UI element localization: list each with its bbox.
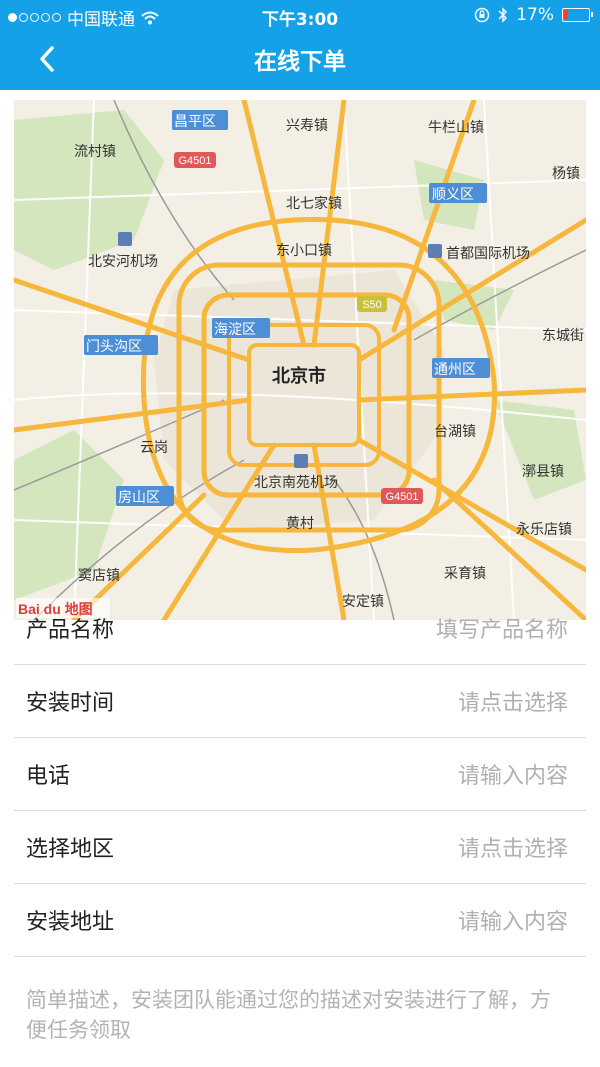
- orientation-lock-icon: [474, 7, 490, 23]
- battery-icon: [562, 8, 593, 22]
- battery-percent: 17%: [516, 5, 554, 25]
- form-label: 选择地区: [26, 837, 115, 862]
- bluetooth-icon: [498, 7, 508, 23]
- map-shield-label: G4501: [385, 491, 418, 503]
- map-label: 顺义区: [432, 187, 474, 203]
- map-label: 北安河机场: [88, 254, 158, 270]
- form-label: 电话: [26, 764, 71, 789]
- map-label: 黄村: [286, 515, 314, 532]
- form-row-address[interactable]: 安装地址 请输入内容: [14, 884, 586, 957]
- form-row-install-time[interactable]: 安装时间 请点击选择: [14, 665, 586, 738]
- form-label: 安装地址: [26, 910, 115, 935]
- page-title: 在线下单: [254, 49, 346, 75]
- map-label: 云岗: [140, 440, 168, 456]
- map-label: 首都国际机场: [446, 246, 530, 262]
- install-time-picker[interactable]: 请点击选择: [458, 685, 568, 717]
- navigation-bar: 在线下单: [0, 30, 600, 90]
- map-label: 北京市: [272, 365, 326, 387]
- map-label: 窦店镇: [78, 568, 120, 584]
- map-shield-label: G4501: [178, 155, 211, 167]
- region-picker[interactable]: 请点击选择: [458, 831, 568, 863]
- map-label: 东城街: [542, 328, 584, 344]
- map-label: 台湖镇: [434, 424, 476, 440]
- map-label: 海淀区: [214, 322, 256, 338]
- map-label: 兴寿镇: [286, 117, 328, 134]
- map-label: 永乐店镇: [516, 522, 572, 538]
- form-label: 安装时间: [26, 691, 115, 716]
- phone-input[interactable]: 请输入内容: [458, 758, 568, 790]
- status-bar: 中国联通 下午3:00 17%: [0, 0, 600, 30]
- top-bar: 中国联通 下午3:00 17% 在线下单: [0, 0, 600, 90]
- form-row-phone[interactable]: 电话 请输入内容: [14, 738, 586, 811]
- map-label: 昌平区: [174, 114, 216, 130]
- map-label: 东小口镇: [276, 243, 332, 259]
- description-textarea[interactable]: 简单描述，安装团队能通过您的描述对安装进行了解，方便任务领取: [26, 985, 566, 1045]
- map-label: 牛栏山镇: [428, 120, 484, 136]
- map-label: 北七家镇: [286, 195, 342, 212]
- map-label: 门头沟区: [86, 339, 142, 355]
- form-row-region[interactable]: 选择地区 请点击选择: [14, 811, 586, 884]
- map-label: 北京南苑机场: [254, 475, 338, 491]
- map-label: 房山区: [118, 490, 160, 506]
- map-label: 流村镇: [74, 144, 116, 160]
- map-label: 通州区: [434, 362, 476, 378]
- map-label: 杨镇: [552, 166, 580, 182]
- address-input[interactable]: 请输入内容: [458, 904, 568, 936]
- map-canvas[interactable]: G4501 S50 G4501 昌平区 兴寿镇 牛栏山镇 流村镇 杨镇 北七家镇…: [14, 100, 586, 620]
- map-label: 漷县镇: [522, 464, 564, 480]
- map-view[interactable]: G4501 S50 G4501 昌平区 兴寿镇 牛栏山镇 流村镇 杨镇 北七家镇…: [14, 100, 586, 620]
- map-shield-label: S50: [362, 299, 382, 311]
- map-label: 采育镇: [444, 566, 486, 582]
